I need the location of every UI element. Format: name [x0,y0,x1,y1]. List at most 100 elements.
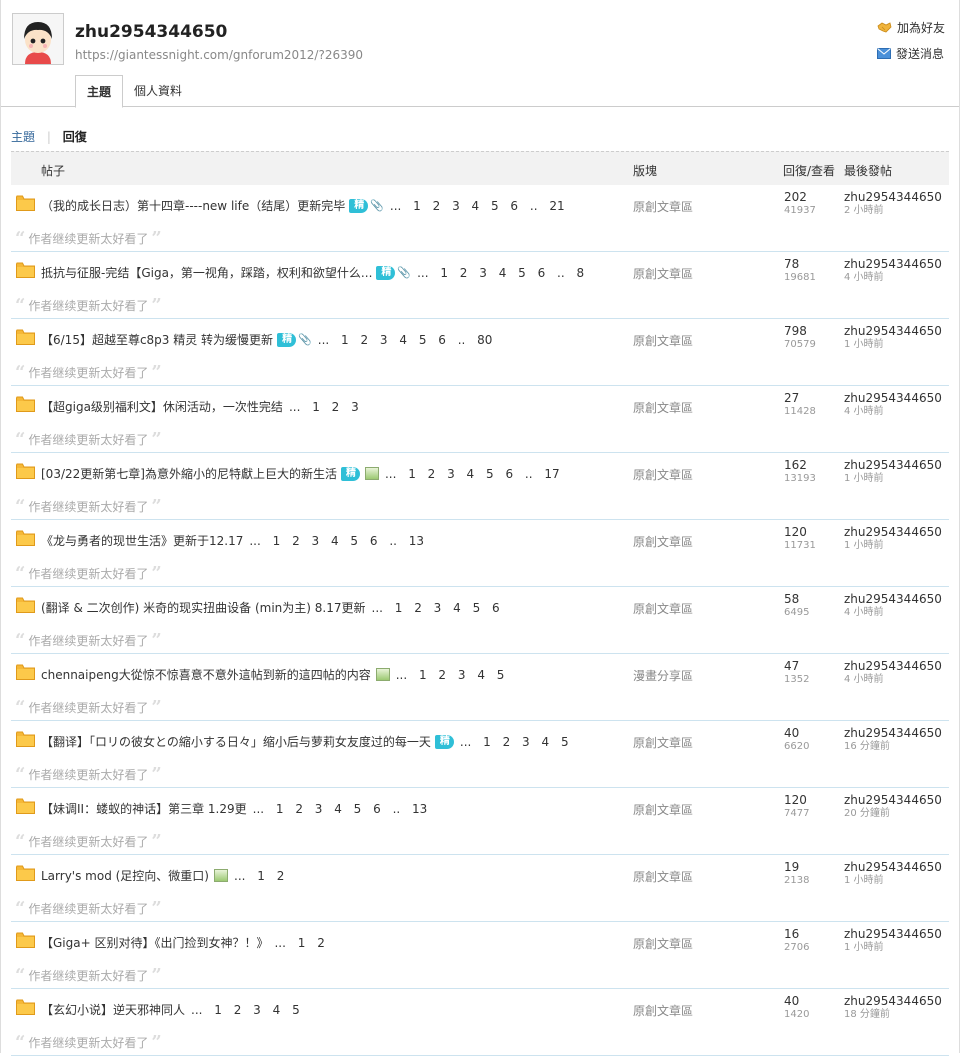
table-row: 【妹调II：蝼蚁的神话】第三章 1.29更 ... 1 2 3 4 5 6 .. … [11,788,949,855]
page-links[interactable]: ... 1 2 [274,936,324,950]
thread-title-link[interactable]: 【玄幻小说】逆天邪神同人 [41,1001,185,1018]
forum-link[interactable]: 原創文章區 [633,801,693,818]
thread-title-link[interactable]: 【妹调II：蝼蚁的神话】第三章 1.29更 [41,800,247,817]
reply-quote-text[interactable]: 作者继续更新太好看了 [28,230,148,247]
forum-link[interactable]: 原創文章區 [633,868,693,885]
sub-navigation: 主題 | 回復 [11,128,87,145]
reply-view-stats: 16 2706 [784,928,809,954]
last-post-user[interactable]: zhu2954344650 [844,459,942,472]
reply-quote-text[interactable]: 作者继续更新太好看了 [28,431,148,448]
reply-quote-text[interactable]: 作者继续更新太好看了 [28,297,148,314]
last-post-user[interactable]: zhu2954344650 [844,258,942,271]
forum-link[interactable]: 原創文章區 [633,935,693,952]
view-count: 6620 [784,741,810,752]
page-links[interactable]: ... 1 2 3 [289,400,359,414]
reply-quote-text[interactable]: 作者继续更新太好看了 [28,766,148,783]
thread-title-cell: chennaipeng大從惊不惊喜意不意外這帖到新的這四帖的内容 ... 1 2 … [41,666,504,683]
avatar[interactable] [12,13,64,65]
thread-title-link[interactable]: (翻译 & 二次创作) 米奇的现实扭曲设备 (min为主) 8.17更新 [41,599,366,616]
forum-link[interactable]: 原創文章區 [633,466,693,483]
last-post-user[interactable]: zhu2954344650 [844,727,942,740]
page-links[interactable]: ... 1 2 3 4 5 [191,1003,300,1017]
forum-link[interactable]: 原創文章區 [633,399,693,416]
thread-title-link[interactable]: 《龙与勇者的现世生活》更新于12.17 [41,532,243,549]
last-post-user[interactable]: zhu2954344650 [844,325,942,338]
page-links[interactable]: ... 1 2 3 4 5 [460,735,569,749]
last-post-user[interactable]: zhu2954344650 [844,928,942,941]
last-post-time[interactable]: 16 分鐘前 [844,740,942,753]
thread-title-link[interactable]: 抵抗与征服-完结【Giga，第一视角，踩踏，权利和欲望什么... [41,264,372,281]
forum-link[interactable]: 漫畫分享區 [633,667,693,684]
subnav-topics-link[interactable]: 主題 [11,130,35,144]
reply-quote-text[interactable]: 作者继续更新太好看了 [28,699,148,716]
thread-title-link[interactable]: 【超giga级别福利文】休闲活动，一次性完结 [41,398,283,415]
reply-quote-text[interactable]: 作者继续更新太好看了 [28,364,148,381]
last-post-time[interactable]: 2 小時前 [844,204,942,217]
forum-link[interactable]: 原創文章區 [633,734,693,751]
last-post-time[interactable]: 1 小時前 [844,941,942,954]
last-post-cell: zhu2954344650 4 小時前 [844,392,942,418]
last-post-time[interactable]: 20 分鐘前 [844,807,942,820]
page-links[interactable]: ... 1 2 3 4 5 6 [372,601,500,615]
page-links[interactable]: ... 1 2 3 4 5 6 .. 17 [385,467,560,481]
reply-quote-text[interactable]: 作者继续更新太好看了 [28,833,148,850]
reply-quote: “作者继续更新太好看了” [15,964,162,986]
reply-quote-text[interactable]: 作者继续更新太好看了 [28,565,148,582]
forum-link[interactable]: 原創文章區 [633,1002,693,1019]
page-links[interactable]: ... 1 2 3 4 5 6 .. 13 [249,534,424,548]
reply-quote-text[interactable]: 作者继续更新太好看了 [28,498,148,515]
thread-title-link[interactable]: 【翻译】「ロリの彼女との縮小する日々」缩小后与萝莉女友度过的每一天 [41,733,431,750]
profile-url[interactable]: https://giantessnight.com/gnforum2012/?2… [75,48,363,62]
close-quote-icon: ” [151,964,162,986]
reply-quote: “作者继续更新太好看了” [15,765,162,783]
add-friend-label: 加為好友 [896,20,945,35]
thread-title-link[interactable]: 【Giga+ 区别对待】《出门捡到女神？！》 [41,934,268,951]
last-post-time[interactable]: 1 小時前 [844,472,942,485]
last-post-user[interactable]: zhu2954344650 [844,794,942,807]
last-post-time[interactable]: 4 小時前 [844,673,942,686]
last-post-time[interactable]: 1 小時前 [844,539,942,552]
forum-link[interactable]: 原創文章區 [633,265,693,282]
last-post-user[interactable]: zhu2954344650 [844,191,942,204]
folder-icon [16,597,35,613]
page-links[interactable]: ... 1 2 3 4 5 6 .. 21 [390,199,565,213]
last-post-user[interactable]: zhu2954344650 [844,861,942,874]
last-post-user[interactable]: zhu2954344650 [844,526,942,539]
thread-title-link[interactable]: （我的成长日志）第十四章----new life（结尾）更新完毕 [41,197,345,214]
last-post-user[interactable]: zhu2954344650 [844,392,942,405]
page-links[interactable]: ... 1 2 3 4 5 6 .. 8 [417,266,584,280]
forum-link[interactable]: 原創文章區 [633,198,693,215]
last-post-time[interactable]: 4 小時前 [844,606,942,619]
last-post-time[interactable]: 1 小時前 [844,338,942,351]
last-post-user[interactable]: zhu2954344650 [844,995,942,1008]
last-post-time[interactable]: 1 小時前 [844,874,942,887]
thread-title-link[interactable]: 【6/15】超越至尊c8p3 精灵 转为缓慢更新 [41,331,273,348]
send-message-button[interactable]: 發送消息 [876,44,945,62]
folder-icon [16,396,35,412]
forum-link[interactable]: 原創文章區 [633,533,693,550]
page-links[interactable]: ... 1 2 3 4 5 6 .. 13 [253,802,428,816]
thread-title-link[interactable]: Larry's mod (足控向、微重口) [41,867,209,884]
thread-title-cell: [03/22更新第七章]為意外縮小的尼特獻上巨大的新生活精 ... 1 2 3 4… [41,465,560,482]
reply-quote-text[interactable]: 作者继续更新太好看了 [28,900,148,917]
page-links[interactable]: ... 1 2 [234,869,284,883]
reply-quote-text[interactable]: 作者继续更新太好看了 [28,632,148,649]
last-post-user[interactable]: zhu2954344650 [844,660,942,673]
last-post-time[interactable]: 4 小時前 [844,271,942,284]
tab-topics[interactable]: 主題 [75,75,124,108]
forum-link[interactable]: 原創文章區 [633,332,693,349]
forum-link[interactable]: 原創文章區 [633,600,693,617]
last-post-time[interactable]: 4 小時前 [844,405,942,418]
reply-quote: “作者继续更新太好看了” [15,698,162,716]
last-post-time[interactable]: 18 分鐘前 [844,1008,942,1021]
thread-title-link[interactable]: [03/22更新第七章]為意外縮小的尼特獻上巨大的新生活 [41,465,337,482]
page-links[interactable]: ... 1 2 3 4 5 [396,668,505,682]
page-links[interactable]: ... 1 2 3 4 5 6 .. 80 [318,333,493,347]
tab-profile-info[interactable]: 個人資料 [123,75,193,106]
reply-quote-text[interactable]: 作者继续更新太好看了 [28,967,148,984]
last-post-user[interactable]: zhu2954344650 [844,593,942,606]
thread-title-link[interactable]: chennaipeng大從惊不惊喜意不意外這帖到新的這四帖的内容 [41,666,371,683]
add-friend-button[interactable]: 加為好友 [877,18,945,36]
reply-quote-text[interactable]: 作者继续更新太好看了 [28,1034,148,1051]
subnav-replies-link[interactable]: 回復 [63,130,87,144]
